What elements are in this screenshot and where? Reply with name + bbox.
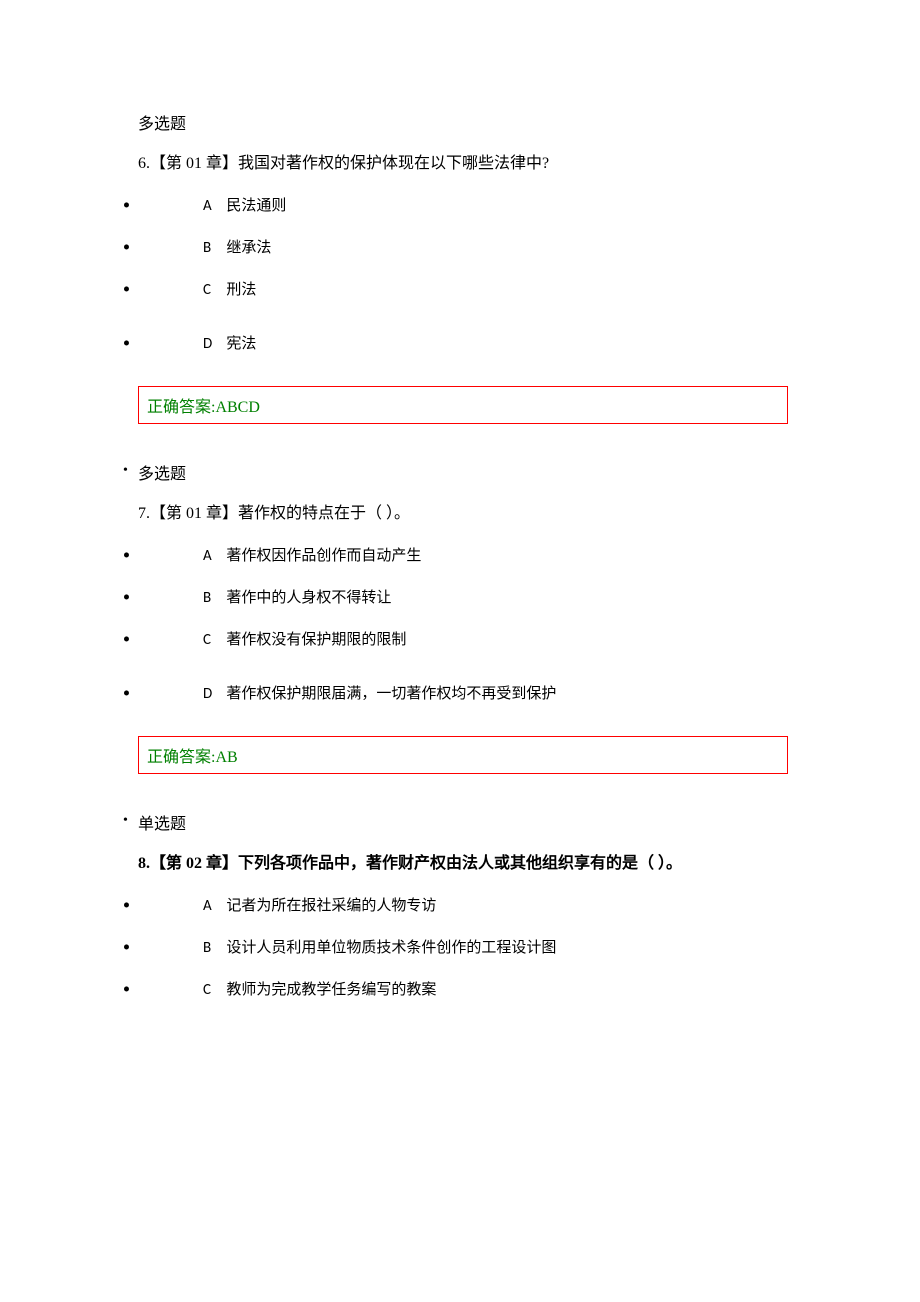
option-item: A 著作权因作品创作而自动产生 — [123, 544, 820, 568]
option-text: 著作权因作品创作而自动产生 — [226, 547, 421, 565]
option-text: 设计人员利用单位物质技术条件创作的工程设计图 — [226, 939, 556, 957]
option-letter: B — [203, 236, 223, 260]
option-letter: D — [203, 332, 223, 356]
option-text: 民法通则 — [226, 197, 286, 215]
option-letter: A — [203, 194, 223, 218]
option-item: A 记者为所在报社采编的人物专访 — [123, 894, 820, 918]
option-item: D 宪法 — [123, 332, 820, 356]
question-chapter: 【第 01 章】 — [150, 155, 238, 172]
question-block: 单选题 8.【第 02 章】下列各项作品中，著作财产权由法人或其他组织享有的是（… — [138, 810, 820, 1002]
question-type: 多选题 — [138, 460, 820, 484]
question-stem: 我国对著作权的保护体现在以下哪些法律中? — [238, 155, 549, 172]
option-list: A 著作权因作品创作而自动产生 B 著作中的人身权不得转让 C 著作权没有保护期… — [123, 544, 820, 706]
answer-label: 正确答案: — [147, 749, 215, 766]
answer-value: ABCD — [215, 399, 259, 416]
option-text: 教师为完成教学任务编写的教案 — [226, 981, 436, 999]
option-item: A 民法通则 — [123, 194, 820, 218]
option-item: C 教师为完成教学任务编写的教案 — [123, 978, 820, 1002]
option-text: 著作权保护期限届满，一切著作权均不再受到保护 — [226, 685, 556, 703]
option-list: A 民法通则 B 继承法 C 刑法 D 宪法 — [123, 194, 820, 356]
question-block: 多选题 7.【第 01 章】著作权的特点在于（ ）。 A 著作权因作品创作而自动… — [138, 460, 820, 774]
option-letter: B — [203, 586, 223, 610]
question-block: 多选题 6.【第 01 章】我国对著作权的保护体现在以下哪些法律中? A 民法通… — [138, 110, 820, 424]
option-letter: C — [203, 278, 223, 302]
answer-value: AB — [215, 749, 237, 766]
question-text: 7.【第 01 章】著作权的特点在于（ ）。 — [138, 502, 820, 526]
option-letter: D — [203, 682, 223, 706]
option-item: B 设计人员利用单位物质技术条件创作的工程设计图 — [123, 936, 820, 960]
option-text: 记者为所在报社采编的人物专访 — [226, 897, 436, 915]
question-text: 8.【第 02 章】下列各项作品中，著作财产权由法人或其他组织享有的是（ ）。 — [138, 852, 820, 876]
question-stem: 下列各项作品中，著作财产权由法人或其他组织享有的是（ ）。 — [238, 855, 682, 872]
question-number: 8. — [138, 855, 150, 872]
answer-box: 正确答案:AB — [138, 736, 788, 774]
question-type: 单选题 — [138, 810, 820, 834]
option-letter: B — [203, 936, 223, 960]
question-chapter: 【第 02 章】 — [150, 855, 238, 872]
question-type: 多选题 — [138, 110, 820, 134]
question-text: 6.【第 01 章】我国对著作权的保护体现在以下哪些法律中? — [138, 152, 820, 176]
question-number: 6. — [138, 155, 150, 172]
question-chapter: 【第 01 章】 — [150, 505, 238, 522]
option-letter: C — [203, 628, 223, 652]
option-item: B 继承法 — [123, 236, 820, 260]
option-letter: A — [203, 544, 223, 568]
question-stem: 著作权的特点在于（ ）。 — [238, 505, 410, 522]
option-item: D 著作权保护期限届满，一切著作权均不再受到保护 — [123, 682, 820, 706]
option-item: C 著作权没有保护期限的限制 — [123, 628, 820, 652]
option-text: 宪法 — [226, 335, 256, 353]
option-text: 刑法 — [226, 281, 256, 299]
option-item: C 刑法 — [123, 278, 820, 302]
option-text: 著作权没有保护期限的限制 — [226, 631, 406, 649]
option-text: 继承法 — [226, 239, 271, 257]
question-number: 7. — [138, 505, 150, 522]
option-item: B 著作中的人身权不得转让 — [123, 586, 820, 610]
option-letter: C — [203, 978, 223, 1002]
option-list: A 记者为所在报社采编的人物专访 B 设计人员利用单位物质技术条件创作的工程设计… — [123, 894, 820, 1002]
answer-label: 正确答案: — [147, 399, 215, 416]
option-text: 著作中的人身权不得转让 — [226, 589, 391, 607]
answer-box: 正确答案:ABCD — [138, 386, 788, 424]
option-letter: A — [203, 894, 223, 918]
